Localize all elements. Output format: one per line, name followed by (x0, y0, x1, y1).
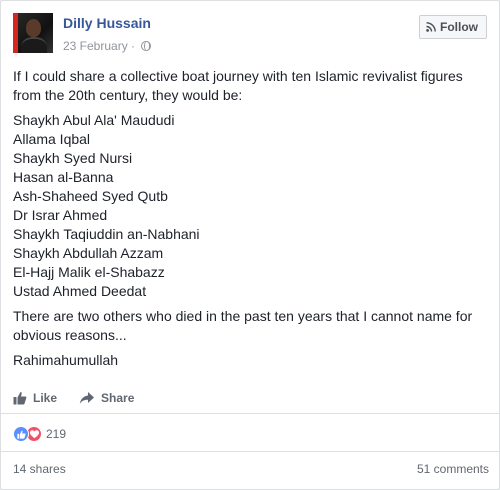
list-item: Shaykh Abul Ala' Maududi (13, 112, 175, 128)
author-avatar[interactable] (13, 13, 53, 53)
post-closing: Rahimahumullah (13, 352, 119, 368)
post-date[interactable]: 23 February (63, 39, 128, 53)
list-item: Dr Israr Ahmed (13, 207, 108, 223)
avatar-head (26, 19, 41, 37)
author-name[interactable]: Dilly Hussain (63, 15, 151, 31)
post-body: If I could share a collective boat journ… (13, 67, 487, 376)
post-outro: There are two others who died in the pas… (13, 308, 473, 343)
share-label: Share (101, 391, 135, 405)
share-button[interactable]: Share (79, 391, 134, 405)
divider (1, 451, 499, 452)
thumbs-up-icon (13, 392, 27, 405)
list-item: Shaykh Taqiuddin an-Nabhani (13, 226, 200, 242)
list-item: Hasan al-Banna (13, 169, 114, 185)
post-actions: Like Share (13, 385, 487, 411)
list-item: Ash-Shaheed Syed Qutb (13, 188, 168, 204)
list-item: El-Hajj Malik el-Shabazz (13, 264, 165, 280)
engagement-footer: 14 shares 51 comments (13, 462, 489, 476)
like-label: Like (33, 391, 58, 405)
meta-separator: · (131, 38, 136, 53)
figures-list: Shaykh Abul Ala' Maududi Allama Iqbal Sh… (13, 111, 487, 301)
rss-icon (426, 22, 436, 32)
like-button[interactable]: Like (13, 391, 57, 405)
avatar-body (21, 37, 47, 53)
post-card: Dilly Hussain 23 February · Follow If I … (0, 0, 500, 490)
list-item: Ustad Ahmed Deedat (13, 283, 147, 299)
public-globe-icon (141, 40, 152, 51)
post-intro: If I could share a collective boat journ… (13, 68, 463, 103)
list-item: Allama Iqbal (13, 131, 91, 147)
post-meta: 23 February · (63, 38, 152, 53)
divider (1, 413, 499, 414)
post-header: Dilly Hussain 23 February · Follow (13, 13, 487, 55)
comments-count[interactable]: 51 comments (417, 462, 489, 476)
follow-label: Follow (440, 20, 478, 34)
like-icon (13, 426, 29, 442)
shares-count[interactable]: 14 shares (13, 462, 66, 476)
avatar-flag-stripe (13, 13, 18, 53)
reaction-count: 219 (46, 427, 67, 441)
list-item: Shaykh Syed Nursi (13, 150, 133, 166)
reactions-summary[interactable]: 219 (13, 425, 66, 443)
list-item: Shaykh Abdullah Azzam (13, 245, 164, 261)
share-arrow-icon (79, 392, 95, 404)
follow-button[interactable]: Follow (419, 15, 487, 39)
